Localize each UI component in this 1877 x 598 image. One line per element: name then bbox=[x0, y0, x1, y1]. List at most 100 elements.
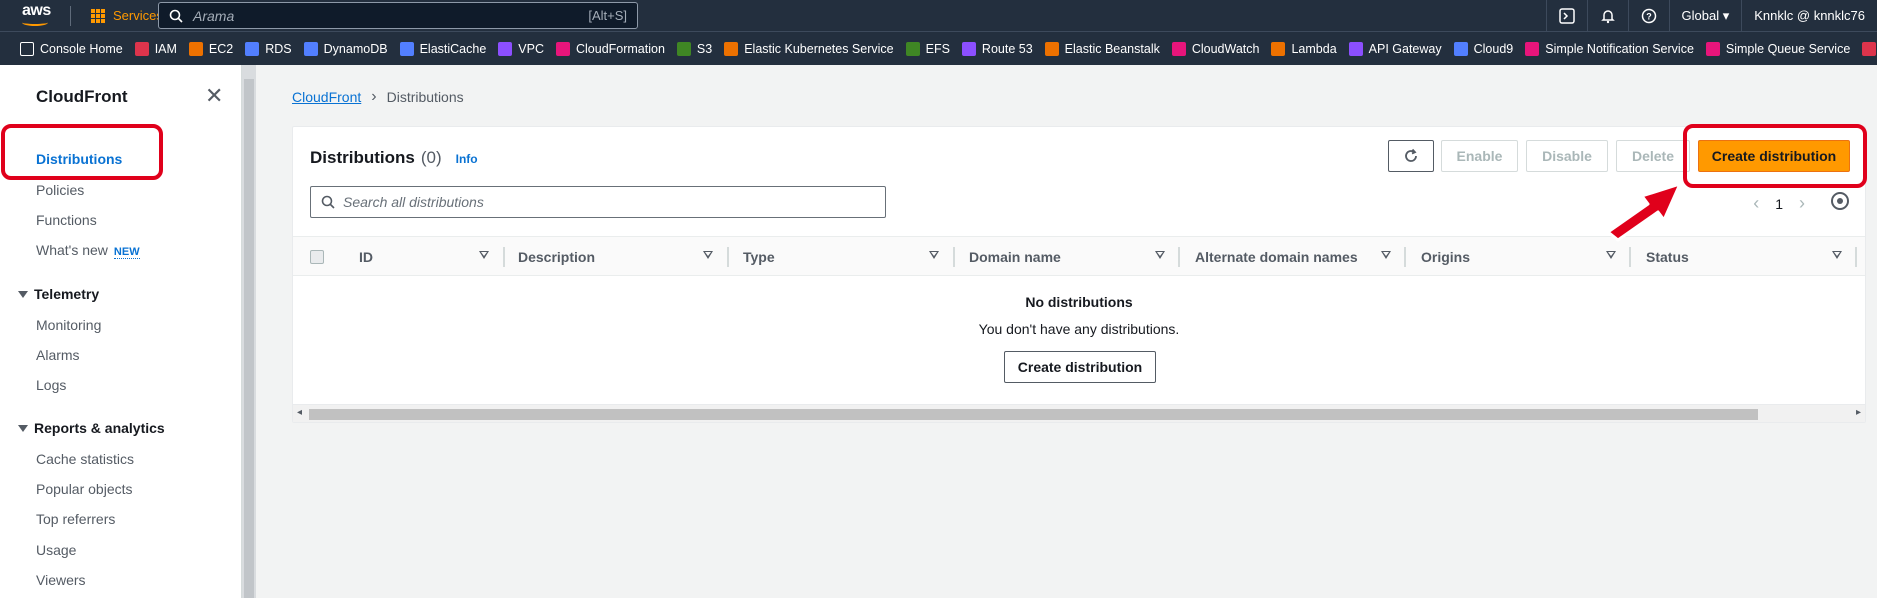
sidebar-item-alarms[interactable]: Alarms bbox=[36, 347, 80, 363]
sidebar-item-top-referrers[interactable]: Top referrers bbox=[36, 511, 115, 527]
sidebar-item-policies[interactable]: Policies bbox=[36, 182, 84, 198]
horizontal-scrollbar[interactable]: ◂ ▸ bbox=[293, 404, 1865, 422]
column-divider[interactable] bbox=[1629, 247, 1631, 267]
column-header-label: Status bbox=[1646, 249, 1689, 265]
sidebar-item-functions[interactable]: Functions bbox=[36, 212, 97, 228]
favorite-s3[interactable]: S3 bbox=[676, 41, 713, 56]
column-header-alternate-domain-names[interactable]: Alternate domain names bbox=[1195, 237, 1358, 277]
favorite-cloud9[interactable]: Cloud9 bbox=[1453, 41, 1514, 56]
favorite-simple-queue-service[interactable]: Simple Queue Service bbox=[1705, 41, 1850, 56]
favorite-iam[interactable]: IAM bbox=[134, 41, 177, 56]
column-divider[interactable] bbox=[1855, 247, 1857, 267]
favorite-simple-notification-service[interactable]: Simple Notification Service bbox=[1525, 41, 1694, 56]
column-header-label: Domain name bbox=[969, 249, 1061, 265]
chevron-right-icon[interactable]: › bbox=[1799, 193, 1805, 214]
favorite-label: S3 bbox=[696, 41, 713, 56]
page-number[interactable]: 1 bbox=[1775, 196, 1783, 212]
highlight-box-create-distribution bbox=[1683, 124, 1867, 188]
enable-button[interactable]: Enable bbox=[1441, 140, 1518, 172]
sidebar-group-telemetry[interactable]: Telemetry bbox=[18, 286, 99, 302]
favorite-label: Cloud9 bbox=[1473, 41, 1514, 56]
sidebar-item-viewers[interactable]: Viewers bbox=[36, 572, 86, 588]
sidebar-scrollbar[interactable] bbox=[242, 65, 256, 598]
sidebar-group-reports[interactable]: Reports & analytics bbox=[18, 420, 165, 436]
sort-icon[interactable] bbox=[1381, 237, 1393, 277]
sidebar-group-label: Telemetry bbox=[34, 286, 100, 302]
favorite-rds[interactable]: RDS bbox=[245, 41, 292, 56]
sort-icon[interactable] bbox=[1155, 237, 1167, 277]
services-menu-button[interactable]: Services bbox=[91, 8, 163, 23]
terminal-icon bbox=[1558, 7, 1575, 24]
column-header-origins[interactable]: Origins bbox=[1421, 237, 1470, 277]
scrollbar-thumb[interactable] bbox=[244, 79, 254, 598]
sort-icon[interactable] bbox=[929, 237, 941, 277]
favorite-cloudformation[interactable]: CloudFormation bbox=[555, 41, 665, 56]
favorite-label: API Gateway bbox=[1368, 41, 1442, 56]
scroll-left-icon[interactable]: ◂ bbox=[297, 407, 302, 418]
column-header-description[interactable]: Description bbox=[518, 237, 595, 277]
favorite-efs[interactable]: EFS bbox=[905, 41, 950, 56]
region-selector[interactable]: Global ▾ bbox=[1668, 0, 1742, 31]
search-input[interactable] bbox=[343, 194, 863, 210]
favorite-elastic-kubernetes-service[interactable]: Elastic Kubernetes Service bbox=[724, 41, 894, 56]
help-button[interactable]: ? bbox=[1627, 0, 1669, 31]
empty-create-distribution-button[interactable]: Create distribution bbox=[1004, 351, 1156, 383]
chevron-left-icon[interactable]: ‹ bbox=[1753, 193, 1759, 214]
column-divider[interactable] bbox=[727, 247, 729, 267]
sort-icon[interactable] bbox=[479, 237, 491, 277]
sidebar-item-logs[interactable]: Logs bbox=[36, 377, 66, 393]
favorite-label: ElastiCache bbox=[419, 41, 487, 56]
sort-icon[interactable] bbox=[703, 237, 715, 277]
info-link[interactable]: Info bbox=[456, 152, 478, 166]
column-header-id[interactable]: ID bbox=[359, 237, 373, 277]
scrollbar-thumb[interactable] bbox=[309, 409, 1758, 420]
service-icon bbox=[1862, 41, 1877, 56]
service-icon bbox=[245, 41, 260, 56]
favorite-console-home[interactable]: Console Home bbox=[20, 41, 123, 56]
aws-logo[interactable]: aws bbox=[0, 0, 60, 31]
favorite-elastic-beanstalk[interactable]: Elastic Beanstalk bbox=[1044, 41, 1160, 56]
favorite-ec2[interactable]: EC2 bbox=[188, 41, 233, 56]
close-icon[interactable]: ✕ bbox=[205, 85, 223, 107]
sort-icon[interactable] bbox=[1832, 237, 1844, 277]
column-header-type[interactable]: Type bbox=[743, 237, 775, 277]
gear-icon[interactable] bbox=[1831, 192, 1849, 210]
column-header-domain-name[interactable]: Domain name bbox=[969, 237, 1061, 277]
favorite-route-53[interactable]: Route 53 bbox=[961, 41, 1033, 56]
favorite-label: Route 53 bbox=[981, 41, 1033, 56]
sort-down-icon bbox=[929, 251, 939, 259]
column-divider[interactable] bbox=[1404, 247, 1406, 267]
empty-state-title: No distributions bbox=[1025, 294, 1133, 310]
favorite-certificate-manager[interactable]: Certificate Manager bbox=[1862, 41, 1877, 56]
column-divider[interactable] bbox=[1178, 247, 1180, 267]
scroll-right-icon[interactable]: ▸ bbox=[1856, 407, 1861, 418]
favorite-cloudwatch[interactable]: CloudWatch bbox=[1171, 41, 1259, 56]
aws-logo-text: aws bbox=[22, 2, 51, 19]
highlight-box-distributions bbox=[1, 124, 163, 180]
account-menu[interactable]: Knnklc @ knnklc76 bbox=[1741, 0, 1877, 31]
favorite-api-gateway[interactable]: API Gateway bbox=[1348, 41, 1442, 56]
global-search[interactable]: Arama [Alt+S] bbox=[158, 2, 638, 29]
sidebar-item-usage[interactable]: Usage bbox=[36, 542, 76, 558]
disable-button[interactable]: Disable bbox=[1526, 140, 1608, 172]
favorite-dynamodb[interactable]: DynamoDB bbox=[303, 41, 388, 56]
sidebar-item-cache-statistics[interactable]: Cache statistics bbox=[36, 451, 134, 467]
service-icon bbox=[1348, 41, 1363, 56]
delete-button[interactable]: Delete bbox=[1616, 140, 1690, 172]
column-divider[interactable] bbox=[503, 247, 505, 267]
favorite-elasticache[interactable]: ElastiCache bbox=[399, 41, 487, 56]
favorite-lambda[interactable]: Lambda bbox=[1271, 41, 1337, 56]
breadcrumb-cloudfront-link[interactable]: CloudFront bbox=[292, 89, 361, 105]
cloudshell-button[interactable] bbox=[1545, 0, 1587, 31]
favorite-vpc[interactable]: VPC bbox=[498, 41, 544, 56]
search-shortcut: [Alt+S] bbox=[588, 8, 627, 23]
service-icon bbox=[555, 41, 570, 56]
refresh-button[interactable] bbox=[1388, 140, 1434, 172]
select-all-checkbox[interactable] bbox=[310, 250, 324, 264]
sidebar-item-monitoring[interactable]: Monitoring bbox=[36, 317, 101, 333]
sidebar-item-popular-objects[interactable]: Popular objects bbox=[36, 481, 133, 497]
column-divider[interactable] bbox=[953, 247, 955, 267]
distribution-search[interactable] bbox=[310, 186, 886, 218]
notifications-button[interactable] bbox=[1586, 0, 1628, 31]
sidebar-item-whats-new[interactable]: What's new NEW bbox=[36, 242, 140, 259]
